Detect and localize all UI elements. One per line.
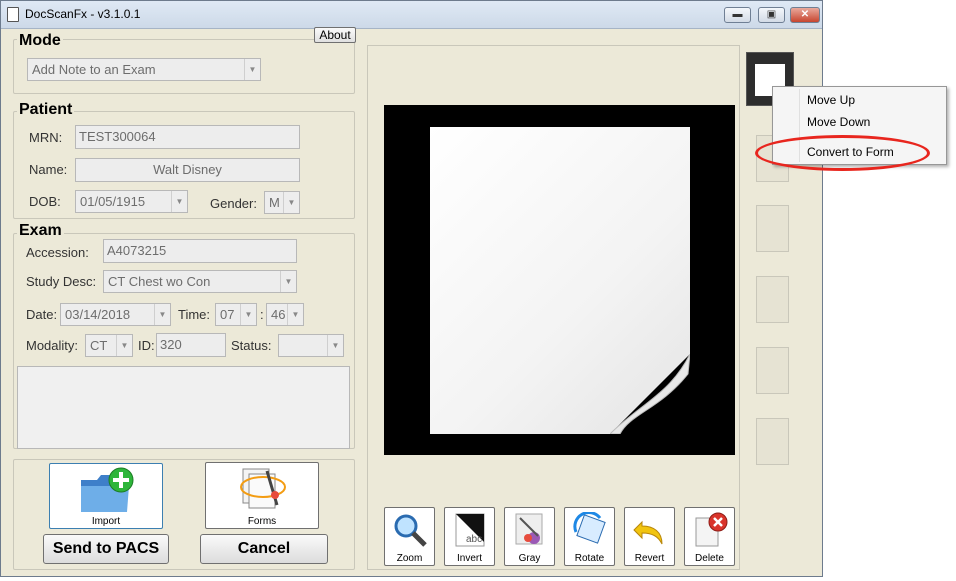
chevron-down-icon: ▼ bbox=[287, 304, 303, 325]
chevron-down-icon: ▼ bbox=[327, 335, 343, 356]
modality-value: CT bbox=[90, 338, 108, 353]
delete-icon bbox=[695, 512, 728, 547]
app-icon bbox=[7, 7, 19, 22]
status-label: Status: bbox=[231, 338, 272, 353]
thumbnail-slot[interactable] bbox=[756, 347, 789, 394]
import-button[interactable]: Import bbox=[49, 463, 163, 529]
gender-label: Gender: bbox=[210, 196, 257, 211]
minute-value: 46 bbox=[271, 307, 286, 322]
window-title: DocScanFx - v3.1.0.1 bbox=[25, 7, 141, 21]
chevron-down-icon: ▼ bbox=[240, 304, 256, 325]
hour-dropdown[interactable]: 07 ▼ bbox=[215, 303, 257, 326]
image-canvas[interactable] bbox=[384, 105, 735, 455]
exam-title: Exam bbox=[17, 222, 64, 240]
revert-button[interactable]: Revert bbox=[624, 507, 675, 566]
accession-label: Accession: bbox=[26, 245, 89, 260]
chevron-down-icon: ▼ bbox=[116, 335, 132, 356]
invert-label: Invert bbox=[456, 553, 482, 564]
gender-value: M bbox=[269, 195, 280, 210]
date-picker[interactable]: 03/14/2018 ▼ bbox=[60, 303, 171, 326]
accession-field[interactable]: A4073215 bbox=[103, 239, 297, 263]
thumbnail-slot[interactable] bbox=[756, 276, 789, 323]
study-desc-dropdown[interactable]: CT Chest wo Con ▼ bbox=[103, 270, 297, 293]
chevron-down-icon: ▼ bbox=[154, 304, 170, 325]
thumbnail-slot[interactable] bbox=[756, 418, 789, 465]
cancel-button[interactable]: Cancel bbox=[200, 534, 328, 564]
notes-textarea[interactable] bbox=[17, 366, 350, 449]
zoom-label: Zoom bbox=[396, 553, 423, 564]
title-bar[interactable]: DocScanFx - v3.1.0.1 ▬ ▣ ✕ bbox=[1, 1, 822, 29]
mode-value: Add Note to an Exam bbox=[32, 62, 156, 77]
time-label: Time: bbox=[178, 307, 211, 322]
forms-icon bbox=[240, 468, 286, 509]
rotate-icon bbox=[573, 512, 606, 544]
revert-icon bbox=[633, 520, 663, 545]
gray-label: Gray bbox=[518, 553, 541, 564]
gender-dropdown[interactable]: M ▼ bbox=[264, 191, 300, 214]
forms-label: Forms bbox=[247, 516, 277, 527]
import-label: Import bbox=[91, 516, 121, 527]
minute-dropdown[interactable]: 46 ▼ bbox=[266, 303, 304, 326]
thumbnail-slot[interactable] bbox=[756, 205, 789, 252]
id-label: ID: bbox=[138, 338, 155, 353]
id-field[interactable]: 320 bbox=[156, 333, 226, 357]
about-button[interactable]: About bbox=[314, 27, 356, 43]
mrn-field[interactable]: TEST300064 bbox=[75, 125, 300, 149]
status-dropdown[interactable]: ▼ bbox=[278, 334, 344, 357]
minimize-button[interactable]: ▬ bbox=[724, 7, 751, 23]
app-window: DocScanFx - v3.1.0.1 ▬ ▣ ✕ Mode About Ad… bbox=[0, 0, 823, 577]
date-value: 03/14/2018 bbox=[65, 307, 131, 322]
maximize-button[interactable]: ▣ bbox=[758, 7, 785, 23]
study-desc-value: CT Chest wo Con bbox=[108, 274, 211, 289]
gray-icon bbox=[515, 513, 543, 545]
mode-title: Mode bbox=[17, 32, 63, 50]
zoom-icon bbox=[394, 514, 427, 547]
name-field[interactable]: Walt Disney bbox=[75, 158, 300, 182]
mode-dropdown[interactable]: Add Note to an Exam ▼ bbox=[27, 58, 261, 81]
menu-item-move-down[interactable]: Move Down bbox=[807, 115, 870, 129]
rotate-button[interactable]: Rotate bbox=[564, 507, 615, 566]
dob-label: DOB: bbox=[29, 194, 61, 209]
svg-text:abc: abc bbox=[466, 534, 482, 545]
client-area: Mode About Add Note to an Exam ▼ Patient… bbox=[1, 27, 822, 576]
forms-button[interactable]: Forms bbox=[205, 462, 319, 529]
page-preview bbox=[430, 127, 690, 434]
invert-icon: abc bbox=[455, 513, 485, 547]
folder-add-icon bbox=[81, 467, 134, 512]
send-to-pacs-button[interactable]: Send to PACS bbox=[43, 534, 169, 564]
hour-value: 07 bbox=[220, 307, 235, 322]
time-separator: : bbox=[260, 307, 264, 322]
zoom-button[interactable]: Zoom bbox=[384, 507, 435, 566]
menu-item-move-up[interactable]: Move Up bbox=[807, 93, 855, 107]
gray-button[interactable]: Gray bbox=[504, 507, 555, 566]
chevron-down-icon: ▼ bbox=[244, 59, 260, 80]
chevron-down-icon: ▼ bbox=[283, 192, 299, 213]
page-curl-icon bbox=[610, 354, 690, 434]
delete-button[interactable]: Delete bbox=[684, 507, 735, 566]
modality-dropdown[interactable]: CT ▼ bbox=[85, 334, 133, 357]
close-button[interactable]: ✕ bbox=[790, 7, 820, 23]
chevron-down-icon: ▼ bbox=[280, 271, 296, 292]
rotate-label: Rotate bbox=[574, 553, 605, 564]
name-label: Name: bbox=[29, 162, 68, 177]
delete-label: Delete bbox=[695, 553, 724, 564]
invert-button[interactable]: abc Invert bbox=[444, 507, 495, 566]
dob-picker[interactable]: 01/05/1915 ▼ bbox=[75, 190, 188, 213]
mrn-label: MRN: bbox=[29, 130, 63, 145]
patient-title: Patient bbox=[17, 101, 75, 119]
highlight-ring bbox=[755, 135, 930, 171]
revert-label: Revert bbox=[634, 553, 665, 564]
dob-value: 01/05/1915 bbox=[80, 194, 146, 209]
study-desc-label: Study Desc: bbox=[26, 274, 97, 289]
chevron-down-icon: ▼ bbox=[171, 191, 187, 212]
modality-label: Modality: bbox=[26, 338, 79, 353]
date-label: Date: bbox=[26, 307, 58, 322]
